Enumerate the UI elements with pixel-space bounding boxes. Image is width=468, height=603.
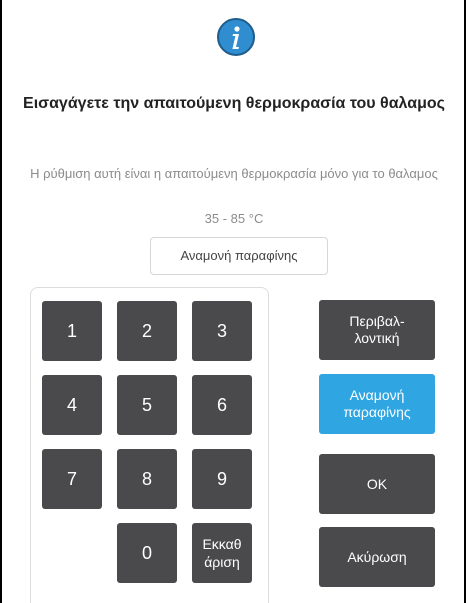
key-1[interactable]: 1 [42,301,102,361]
key-5[interactable]: 5 [117,375,177,435]
key-7[interactable]: 7 [42,449,102,509]
ok-button[interactable]: OK [319,454,435,514]
cancel-button[interactable]: Ακύρωση [319,527,435,587]
clear-button-label-2: άριση [204,554,240,570]
info-icon [217,18,255,56]
ambient-label-2: λοντική [354,330,400,346]
key-3[interactable]: 3 [192,301,252,361]
dialog-title: Εισαγάγετε την απαιτούμενη θερμοκρασία τ… [23,95,445,112]
clear-button-label-1: Εκκαθ [202,536,242,552]
temperature-range: 35 - 85 °C [204,211,264,226]
key-6[interactable]: 6 [192,375,252,435]
ambient-button[interactable]: Περιβαλ- λοντική [319,300,435,360]
paraffin-label-2: παραφίνης [343,404,411,420]
paraffin-standby-button[interactable]: Αναμονή παραφίνης [319,374,435,434]
ambient-label-1: Περιβαλ- [349,313,405,329]
temperature-value-field[interactable]: Αναμονή παραφίνης [150,237,328,275]
key-9[interactable]: 9 [192,449,252,509]
paraffin-label-1: Αναμονή [349,387,405,403]
key-4[interactable]: 4 [42,375,102,435]
key-2[interactable]: 2 [117,301,177,361]
dialog-subtitle: Η ρύθμιση αυτή είναι η απαιτούμενη θερμο… [30,166,438,181]
key-8[interactable]: 8 [117,449,177,509]
key-0[interactable]: 0 [117,523,177,583]
clear-button[interactable]: Εκκαθ άριση [192,523,252,583]
